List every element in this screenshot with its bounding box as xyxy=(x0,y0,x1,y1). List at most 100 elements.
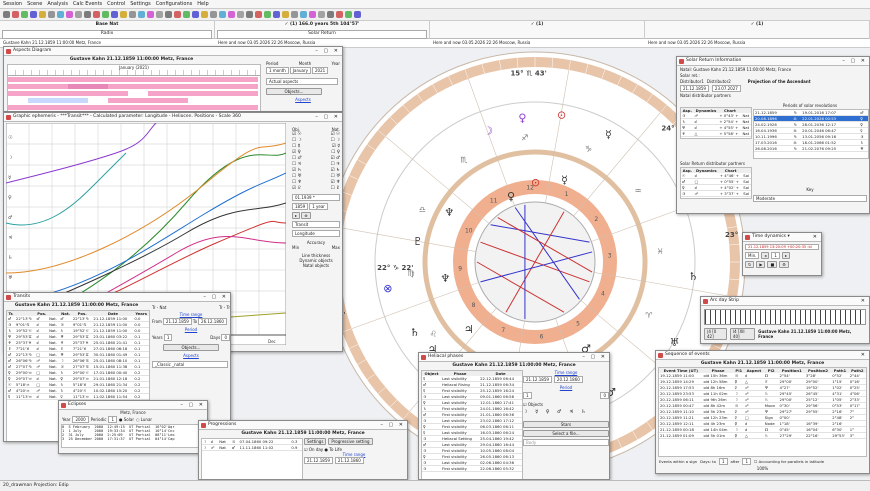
toolbar-button-1-icon[interactable] xyxy=(12,11,19,18)
toolbar-button-17-icon[interactable] xyxy=(156,11,163,18)
days-input[interactable]: 0 xyxy=(221,334,230,341)
aspect-bar[interactable] xyxy=(28,98,88,103)
to-input[interactable]: 26.12.1860 xyxy=(198,318,227,325)
date1-input[interactable]: 21.12.1859 xyxy=(680,85,709,92)
chart-cell-4[interactable]: ✓ (1) xyxy=(645,21,870,39)
toolbar-button-5-icon[interactable] xyxy=(48,11,55,18)
aspect-bar[interactable] xyxy=(108,98,188,103)
toolbar-button-37-icon[interactable] xyxy=(336,11,343,18)
toolbar-button-12-icon[interactable] xyxy=(111,11,118,18)
days-input[interactable]: 0 xyxy=(600,392,609,399)
aspect-bar[interactable] xyxy=(8,84,258,89)
toolbar-button-13-icon[interactable] xyxy=(120,11,127,18)
window-controls[interactable]: ✕ xyxy=(861,351,867,359)
aspects-grid[interactable]: January (2021) xyxy=(7,64,261,111)
longitude-select[interactable]: Longitude xyxy=(292,230,340,237)
toolbar-button-19-icon[interactable] xyxy=(174,11,181,18)
year-input[interactable]: 2000 xyxy=(72,416,89,423)
years-input[interactable]: 1 xyxy=(523,392,532,399)
eclipse-row[interactable]: 3 25 December 2000 17:31:37 UT Partial 0… xyxy=(62,437,204,441)
period-select[interactable]: 1 month xyxy=(266,67,289,74)
planet-glyph[interactable]: ♀ xyxy=(507,190,515,203)
ephemeris-period[interactable]: 1859 xyxy=(292,203,309,210)
to-input[interactable]: 20.12.1860 xyxy=(553,376,583,383)
table-row[interactable]: ♃ First visibility 22.06.1860 05:32 xyxy=(422,465,522,472)
filter-tr-tr[interactable]: Tr - Tr xyxy=(219,305,230,310)
play-icon[interactable]: ▶ xyxy=(756,261,766,268)
toolbar-button-29-icon[interactable] xyxy=(264,11,271,18)
column-header[interactable]: Dynamics xyxy=(694,168,719,173)
toolbar-button-21-icon[interactable] xyxy=(192,11,199,18)
time-range-link[interactable]: Time range xyxy=(523,370,609,375)
toolbar-button-9-icon[interactable] xyxy=(84,11,91,18)
classic-natal-select[interactable]: _Classic _natal xyxy=(152,361,228,368)
aspect-bar[interactable] xyxy=(8,91,128,96)
toolbar-button-4-icon[interactable] xyxy=(39,11,46,18)
toolbar-button-39-icon[interactable] xyxy=(354,11,361,18)
step-back-button[interactable]: ◂ xyxy=(761,252,770,259)
periodic-input[interactable]: 1 xyxy=(108,416,117,423)
base-chart-cell[interactable]: Base Nat Radix xyxy=(0,21,215,39)
after-input[interactable]: 1 xyxy=(742,458,752,465)
planet-checkboxes[interactable]: ☽ ☿ ♀ ♂ ♃ ♄ xyxy=(523,409,609,415)
chart-cell-3[interactable]: ✓ (1) xyxy=(430,21,645,39)
toolbar-button-36-icon[interactable] xyxy=(327,11,334,18)
natal-partners-table[interactable]: Asp. Dynamics Chart ♃ ☍ + 0°43' + Nat ♄ ☌ + 2°54'… xyxy=(680,107,752,139)
sequence-window[interactable]: Sequence of events ✕ Gustave Kahn 21.12.1… xyxy=(655,350,870,474)
planet-glyph[interactable]: ☿ xyxy=(561,173,568,186)
toolbar-button-38-icon[interactable] xyxy=(345,11,352,18)
window-controls[interactable]: ✕ xyxy=(861,297,867,305)
window-controls[interactable]: – ▢ ✕ xyxy=(315,47,340,55)
planet-glyph[interactable]: ⊙ xyxy=(557,108,566,121)
planet-glyph[interactable]: ♀ xyxy=(518,112,526,125)
window-controls[interactable]: – ▢ ✕ xyxy=(842,57,867,65)
toolbar-button-10-icon[interactable] xyxy=(93,11,100,18)
ephemeris-object-list[interactable]: ☑ ☉ ☑ ☉ ☐ ☽ ☐ ☽ ☐ ☿ ☑ ☿ ☑ ♀ ☐ ♀ ☐ ♂ ☑ ♂ ☐ ♃ ☐ ♃ ☑ ♄ ☑… xyxy=(292,132,340,192)
select-file-button[interactable]: Select a file... xyxy=(523,430,609,437)
heliacal-window[interactable]: Heliacal phases – ▢ ✕ Gustave Kahn 21.12.… xyxy=(418,352,610,480)
planet-glyph[interactable]: ♇ xyxy=(413,235,423,248)
toolbar-button-3-icon[interactable] xyxy=(30,11,37,18)
planet-glyph[interactable]: ♆ xyxy=(444,206,454,219)
sr-partners-table[interactable]: Asp. Dynamics Chart ☉ ☌ + 4°46' + Sol ♂ □ + 0°55'… xyxy=(680,167,752,199)
toolbar-button-6-icon[interactable] xyxy=(57,11,64,18)
planet-glyph[interactable]: ♄ xyxy=(410,326,420,339)
toolbar-button-32-icon[interactable] xyxy=(291,11,298,18)
window-controls[interactable]: – ▢ ✕ xyxy=(180,401,205,409)
base-value[interactable]: Radix xyxy=(2,30,212,39)
window-controls[interactable]: – ▢ ✕ xyxy=(315,113,340,121)
to-life-radio[interactable]: ● To Life xyxy=(324,447,341,452)
aspects-link[interactable]: Aspects xyxy=(266,97,340,102)
toolbar-button-15-icon[interactable] xyxy=(138,11,145,18)
eclipses-window[interactable]: Eclipses – ▢ ✕ Metz, France Year 2000 Peri… xyxy=(58,400,208,454)
aspect-bar[interactable] xyxy=(148,91,258,96)
planet-glyph[interactable]: ♆ xyxy=(440,272,450,285)
step-forward-button[interactable]: ▸ xyxy=(781,252,790,259)
zoom-button[interactable]: ⊕ xyxy=(301,212,311,219)
years-input[interactable]: 1 xyxy=(163,334,173,341)
toolbar-button-25-icon[interactable] xyxy=(228,11,235,18)
toolbar-button-0-icon[interactable] xyxy=(3,11,10,18)
table-row[interactable]: ♃ ☍ + 3°37' + Sol xyxy=(681,190,751,197)
periods-table[interactable]: 21.12.1859 ♑ 19.01.2016 17:07 ♂ 20.08.1896 ♎ 2… xyxy=(753,109,869,159)
objects-button[interactable]: Objects... xyxy=(266,88,322,95)
play-button[interactable]: ▸ xyxy=(292,212,301,219)
from-input[interactable]: 21.12.1859 xyxy=(523,376,552,383)
menu-calc-events[interactable]: Calc Events xyxy=(73,1,102,7)
ephemeris-date[interactable]: 01.1939 * xyxy=(292,194,340,201)
actual-aspects-select[interactable]: Actual aspects xyxy=(266,78,338,85)
toolbar-button-34-icon[interactable] xyxy=(309,11,316,18)
toolbar-button-18-icon[interactable] xyxy=(165,11,172,18)
eclipse-list[interactable]: 0 5 February 2000 12:49:15 UT Partial 16… xyxy=(61,424,205,448)
tab-settings[interactable]: Settings xyxy=(304,438,327,445)
ephemeris-object-row[interactable]: ☑ ♇ ☐ ♇ xyxy=(292,186,340,192)
transit-select[interactable]: Transit xyxy=(292,221,340,228)
toolbar-button-26-icon[interactable] xyxy=(237,11,244,18)
mid-value[interactable]: I4 [XII 40] xyxy=(729,328,756,340)
planet-glyph[interactable]: ☽ xyxy=(483,124,493,137)
aspect-bar[interactable] xyxy=(8,105,258,110)
toolbar-button-35-icon[interactable] xyxy=(318,11,325,18)
moderate-select[interactable]: Moderate xyxy=(753,195,867,202)
refresh-icon[interactable]: ↻ xyxy=(745,261,755,268)
table-row[interactable]: 21.12.1859 01:09 old 5h 01m ♀ △ ♄ 27°29' 22°16… xyxy=(659,432,866,439)
